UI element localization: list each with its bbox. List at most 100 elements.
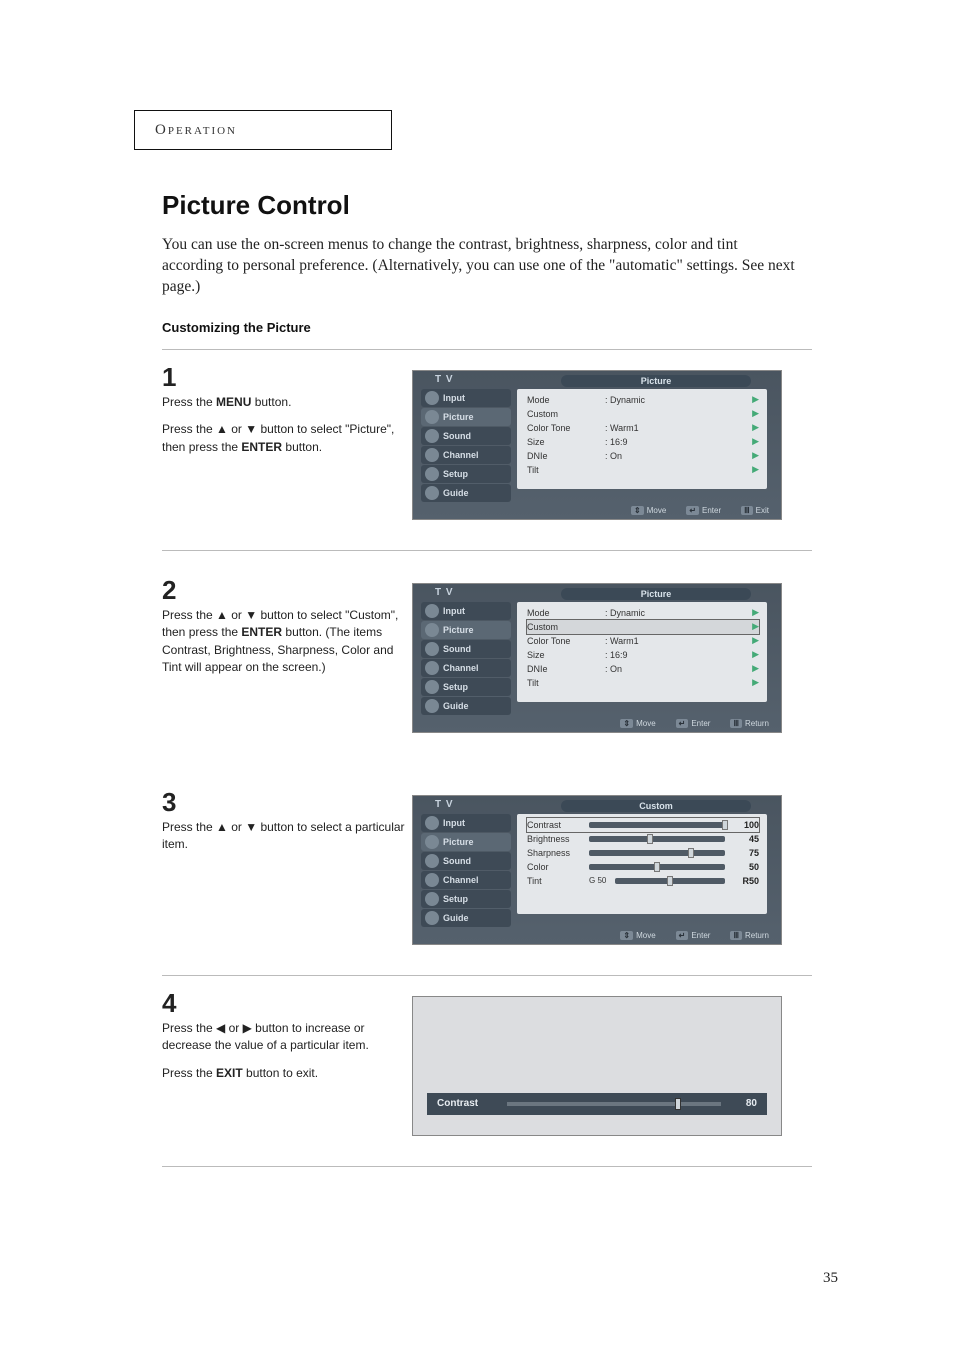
osd1-title: Picture (561, 375, 751, 387)
osd2-panel: Mode: Dynamic▶ Custom▶ Color Tone: Warm1… (517, 602, 767, 702)
step-2: 2 Press the ▲ or ▼ button to select "Cus… (162, 551, 812, 763)
guide-icon (425, 699, 439, 713)
osd1-tv-label: T V (435, 374, 454, 385)
slider-bar (615, 878, 725, 884)
row-arrow-icon: ▶ (752, 663, 759, 674)
sidebar-picture: Picture (443, 625, 474, 635)
osd3-brightness-val: 45 (731, 834, 759, 844)
slider-bar (589, 836, 725, 842)
osd2-title: Picture (561, 588, 751, 600)
osd3-contrast-val: 100 (731, 820, 759, 830)
osd2-footer-enter: Enter (691, 719, 710, 728)
section-header-text: Operation (155, 122, 237, 138)
slider-knob-icon (654, 862, 660, 872)
guide-icon (425, 486, 439, 500)
osd1-row-mode: Mode (527, 395, 605, 405)
osd1-row-size-val: : 16:9 (605, 437, 685, 447)
setup-icon (425, 680, 439, 694)
osd3-contrast: Contrast (527, 820, 589, 830)
osd3-footer-move: Move (636, 931, 656, 940)
input-icon (425, 816, 439, 830)
osd3-panel: Contrast100 Brightness45 Sharpness75 Col… (517, 814, 767, 914)
osd2-tv-label: T V (435, 587, 454, 598)
step-3-number: 3 (162, 789, 412, 815)
move-key-icon: ⇕ (620, 719, 633, 728)
sidebar-setup: Setup (443, 894, 468, 904)
move-key-icon: ⇕ (620, 931, 633, 940)
row-arrow-icon: ▶ (752, 607, 759, 618)
row-arrow-icon: ▶ (752, 464, 759, 475)
step3-line1: Press the ▲ or ▼ button to select a part… (162, 820, 405, 851)
manual-page: Operation Picture Control You can use th… (0, 0, 954, 1167)
enter-key-icon: ↵ (686, 506, 699, 515)
slider-knob-icon (675, 1098, 681, 1110)
step4-line2-post: button to exit. (243, 1066, 318, 1080)
setup-icon (425, 467, 439, 481)
return-key-icon: Ⅲ (730, 931, 742, 940)
osd2-footer-move: Move (636, 719, 656, 728)
osd2-row-tilt: Tilt (527, 678, 605, 688)
step4-line2-pre: Press the (162, 1066, 216, 1080)
slider-knob-icon (647, 834, 653, 844)
osd1-panel: Mode: Dynamic▶ Custom▶ Color Tone: Warm1… (517, 389, 767, 489)
sidebar-sound: Sound (443, 431, 471, 441)
osd3-color: Color (527, 862, 589, 872)
input-icon (425, 604, 439, 618)
setup-icon (425, 892, 439, 906)
osd2-row-dnie: DNIe (527, 664, 605, 674)
step-4-number: 4 (162, 990, 412, 1016)
slider-bar (589, 864, 725, 870)
picture-icon (425, 410, 439, 424)
osd1-row-mode-val: : Dynamic (605, 395, 685, 405)
step1-line1-pre: Press the (162, 395, 216, 409)
row-arrow-icon: ▶ (752, 436, 759, 447)
osd2-row-size: Size (527, 650, 605, 660)
osd1-footer-exit: Exit (756, 506, 769, 515)
osd-screenshot-2: T V Picture Input Picture Sound Channel … (412, 583, 782, 733)
sidebar-sound: Sound (443, 856, 471, 866)
osd4-value: 80 (721, 1098, 757, 1109)
channel-icon (425, 661, 439, 675)
osd3-sharpness: Sharpness (527, 848, 589, 858)
step-3: 3 Press the ▲ or ▼ button to select a pa… (162, 763, 812, 975)
subheading: Customizing the Picture (162, 320, 838, 335)
step-1-number: 1 (162, 364, 412, 390)
osd1-footer-move: Move (647, 506, 667, 515)
sidebar-guide: Guide (443, 913, 469, 923)
osd3-tint-val: R50 (731, 876, 759, 886)
intro-paragraph: You can use the on-screen menus to chang… (162, 235, 802, 298)
osd1-row-colortone: Color Tone (527, 423, 605, 433)
osd2-footer-return: Return (745, 719, 769, 728)
guide-icon (425, 911, 439, 925)
row-arrow-icon: ▶ (752, 408, 759, 419)
picture-icon (425, 623, 439, 637)
osd1-sidebar: Input Picture Sound Channel Setup Guide (421, 389, 511, 503)
row-arrow-icon: ▶ (752, 450, 759, 461)
picture-icon (425, 835, 439, 849)
section-header-box: Operation (134, 110, 392, 150)
sidebar-guide: Guide (443, 488, 469, 498)
sidebar-setup: Setup (443, 682, 468, 692)
osd3-sidebar: Input Picture Sound Channel Setup Guide (421, 814, 511, 928)
osd4-label: Contrast (437, 1098, 507, 1109)
osd3-footer: ⇕Move ↵Enter ⅢReturn (620, 931, 769, 940)
osd1-row-custom: Custom (527, 409, 605, 419)
osd2-row-mode-val: : Dynamic (605, 608, 685, 618)
row-arrow-icon: ▶ (752, 635, 759, 646)
step-3-text: 3 Press the ▲ or ▼ button to select a pa… (162, 789, 412, 864)
input-icon (425, 391, 439, 405)
sidebar-picture: Picture (443, 837, 474, 847)
slider-knob-icon (722, 820, 728, 830)
row-arrow-icon: ▶ (752, 649, 759, 660)
osd3-tv-label: T V (435, 799, 454, 810)
row-arrow-icon: ▶ (752, 621, 759, 632)
sound-icon (425, 429, 439, 443)
osd2-row-colortone: Color Tone (527, 636, 605, 646)
slider-bar (589, 850, 725, 856)
osd2-footer: ⇕Move ↵Enter ⅢReturn (620, 719, 769, 728)
slider-bar (589, 822, 725, 828)
osd2-row-mode: Mode (527, 608, 605, 618)
step1-line1-post: button. (251, 395, 291, 409)
move-key-icon: ⇕ (631, 506, 644, 515)
osd2-row-dnie-val: : On (605, 664, 685, 674)
